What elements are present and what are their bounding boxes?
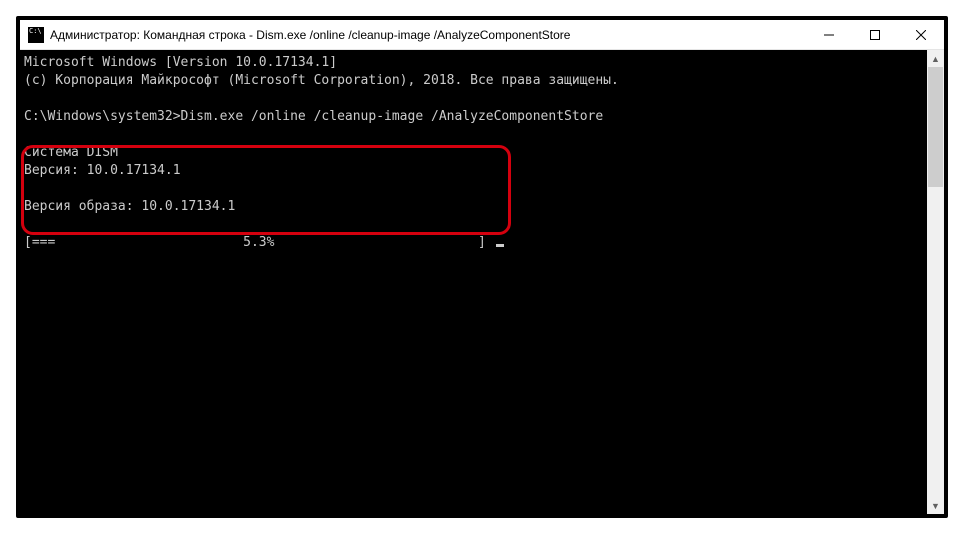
cursor-icon xyxy=(496,244,504,247)
outer-frame: Администратор: Командная строка - Dism.e… xyxy=(16,16,948,518)
vertical-scrollbar[interactable]: ▲ ▼ xyxy=(927,50,944,514)
close-button[interactable] xyxy=(898,20,944,50)
line-image-version: Версия образа: 10.0.17134.1 xyxy=(24,199,235,214)
client-area: Microsoft Windows [Version 10.0.17134.1]… xyxy=(20,50,944,514)
maximize-button[interactable] xyxy=(852,20,898,50)
window: Администратор: Командная строка - Dism.e… xyxy=(20,20,944,514)
scrollbar-thumb[interactable] xyxy=(928,67,943,187)
terminal-output[interactable]: Microsoft Windows [Version 10.0.17134.1]… xyxy=(20,50,927,514)
line-ms-windows: Microsoft Windows [Version 10.0.17134.1] xyxy=(24,55,337,70)
scroll-up-arrow-icon[interactable]: ▲ xyxy=(927,50,944,67)
window-title: Администратор: Командная строка - Dism.e… xyxy=(50,28,570,42)
line-prompt: C:\Windows\system32>Dism.exe /online /cl… xyxy=(24,109,603,124)
line-progress: [=== 5.3% ] xyxy=(24,235,494,250)
titlebar[interactable]: Администратор: Командная строка - Dism.e… xyxy=(20,20,944,50)
minimize-button[interactable] xyxy=(806,20,852,50)
line-copyright: (c) Корпорация Майкрософт (Microsoft Cor… xyxy=(24,73,619,88)
scroll-down-arrow-icon[interactable]: ▼ xyxy=(927,497,944,514)
line-dism-title: Cистема DISM xyxy=(24,145,118,160)
cmd-icon xyxy=(28,27,44,43)
line-dism-version: Версия: 10.0.17134.1 xyxy=(24,163,181,178)
